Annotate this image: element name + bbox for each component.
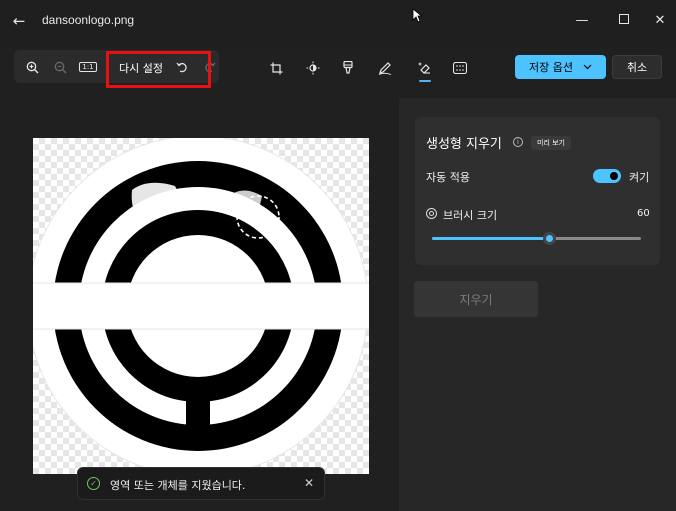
slider-thumb[interactable] xyxy=(543,232,557,245)
minimize-button[interactable]: — xyxy=(573,12,591,30)
brush-size-value: 60 xyxy=(637,208,650,219)
panel-title: 생성형 지우기 xyxy=(426,137,502,152)
info-icon[interactable]: i xyxy=(513,137,523,147)
background-blur-icon[interactable] xyxy=(449,57,471,79)
preview-badge: 미리 보기 xyxy=(531,136,571,150)
zoom-out-icon[interactable] xyxy=(49,56,71,78)
brush-size-icon xyxy=(426,208,437,219)
zoom-in-icon[interactable] xyxy=(21,56,43,78)
actual-size-label: 1:1 xyxy=(79,62,97,72)
logo-image xyxy=(33,138,369,474)
slider-fill xyxy=(432,237,550,240)
actual-size-button[interactable]: 1:1 xyxy=(77,56,99,78)
brightness-icon[interactable] xyxy=(302,57,324,79)
image-canvas[interactable] xyxy=(33,138,369,474)
maximize-button[interactable] xyxy=(615,12,633,30)
brush-size-label: 브러시 크기 xyxy=(443,209,498,222)
save-options-label: 저장 옵션 xyxy=(529,61,573,74)
cancel-button[interactable]: 취소 xyxy=(612,55,662,79)
auto-apply-state: 켜기 xyxy=(629,171,650,184)
title-bar: ← dansoonlogo.png — ✕ xyxy=(0,0,676,42)
erase-button[interactable]: 지우기 xyxy=(414,281,538,317)
close-window-button[interactable]: ✕ xyxy=(651,12,669,30)
toggle-knob xyxy=(610,172,618,180)
mouse-cursor-icon xyxy=(412,8,422,23)
highlight-annotation xyxy=(106,51,211,88)
generative-erase-icon[interactable] xyxy=(414,57,436,79)
toast-message: 영역 또는 개체를 지웠습니다. xyxy=(110,479,246,492)
auto-apply-label: 자동 적용 xyxy=(426,171,470,184)
active-tool-indicator xyxy=(419,80,431,82)
check-circle-icon: ✓ xyxy=(87,477,100,490)
markup-pen-icon[interactable] xyxy=(374,57,396,79)
back-arrow-icon[interactable]: ← xyxy=(8,10,30,32)
window-title: dansoonlogo.png xyxy=(42,13,135,27)
crop-icon[interactable] xyxy=(265,57,287,79)
chevron-down-icon xyxy=(583,64,592,70)
toast-notification: ✓ 영역 또는 개체를 지웠습니다. ✕ xyxy=(77,467,325,500)
filter-icon[interactable] xyxy=(337,57,359,79)
auto-apply-toggle[interactable] xyxy=(593,169,621,183)
save-options-button[interactable]: 저장 옵션 xyxy=(515,55,606,79)
close-icon[interactable]: ✕ xyxy=(304,476,314,490)
brush-size-slider[interactable] xyxy=(432,232,641,245)
